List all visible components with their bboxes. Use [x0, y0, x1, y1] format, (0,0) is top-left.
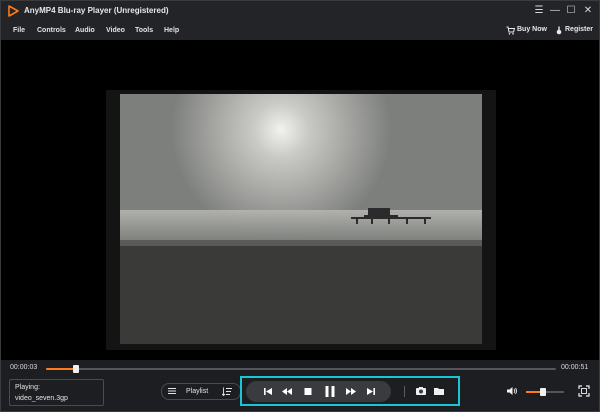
cart-icon — [506, 26, 515, 35]
fast-forward-icon[interactable] — [343, 381, 359, 402]
seek-handle[interactable] — [73, 365, 80, 373]
video-area[interactable] — [1, 40, 599, 360]
seek-row: 00:00:03 00:00:51 — [1, 360, 599, 376]
transport-controls — [246, 381, 391, 402]
controls-row: Playing: video_seven.3gp Playlist — [1, 376, 599, 411]
menu-tools[interactable]: Tools — [135, 27, 153, 34]
seek-progress — [46, 368, 77, 370]
stop-icon[interactable] — [300, 381, 316, 402]
menu-icon[interactable]: ☰ — [532, 4, 546, 18]
controls-divider — [404, 386, 405, 397]
video-frame — [106, 90, 496, 350]
file-name: video_seven.3gp — [15, 395, 68, 402]
list-icon — [168, 388, 176, 394]
now-playing-box: Playing: video_seven.3gp — [9, 379, 104, 406]
minimize-icon[interactable]: — — [548, 4, 562, 18]
playing-label: Playing: — [15, 384, 40, 391]
sort-icon — [222, 387, 232, 396]
register-link[interactable]: Register — [565, 26, 593, 33]
menu-video[interactable]: Video — [106, 27, 125, 34]
menu-file[interactable]: File — [13, 27, 25, 34]
volume-slider[interactable] — [526, 388, 564, 396]
menu-help[interactable]: Help — [164, 27, 179, 34]
close-icon[interactable]: ✕ — [581, 4, 595, 18]
menu-bar: File Controls Audio Video Tools Help Buy… — [1, 21, 599, 40]
playlist-label: Playlist — [186, 388, 209, 395]
speaker-icon[interactable] — [506, 385, 518, 397]
rewind-icon[interactable] — [279, 381, 295, 402]
pause-icon[interactable] — [322, 381, 338, 402]
menu-audio[interactable]: Audio — [75, 27, 95, 34]
key-icon — [556, 26, 562, 35]
app-logo-icon — [8, 5, 19, 17]
fullscreen-icon[interactable] — [578, 385, 590, 397]
maximize-icon[interactable]: ☐ — [564, 4, 578, 18]
camera-icon[interactable] — [415, 385, 427, 397]
skip-next-icon[interactable] — [363, 381, 379, 402]
seek-bar[interactable] — [46, 365, 556, 373]
current-time: 00:00:03 — [10, 364, 38, 371]
menu-controls[interactable]: Controls — [37, 27, 66, 34]
app-title: AnyMP4 Blu-ray Player (Unregistered) — [24, 6, 169, 15]
playlist-button[interactable]: Playlist — [161, 383, 241, 400]
video-picture — [120, 94, 482, 344]
player-window: AnyMP4 Blu-ray Player (Unregistered) ☰ —… — [0, 0, 600, 412]
buy-now-link[interactable]: Buy Now — [517, 26, 547, 33]
title-bar: AnyMP4 Blu-ray Player (Unregistered) ☰ —… — [1, 1, 599, 21]
folder-icon[interactable] — [433, 385, 445, 397]
total-time: 00:00:51 — [561, 364, 589, 371]
volume-handle[interactable] — [540, 388, 547, 396]
skip-previous-icon[interactable] — [260, 381, 276, 402]
